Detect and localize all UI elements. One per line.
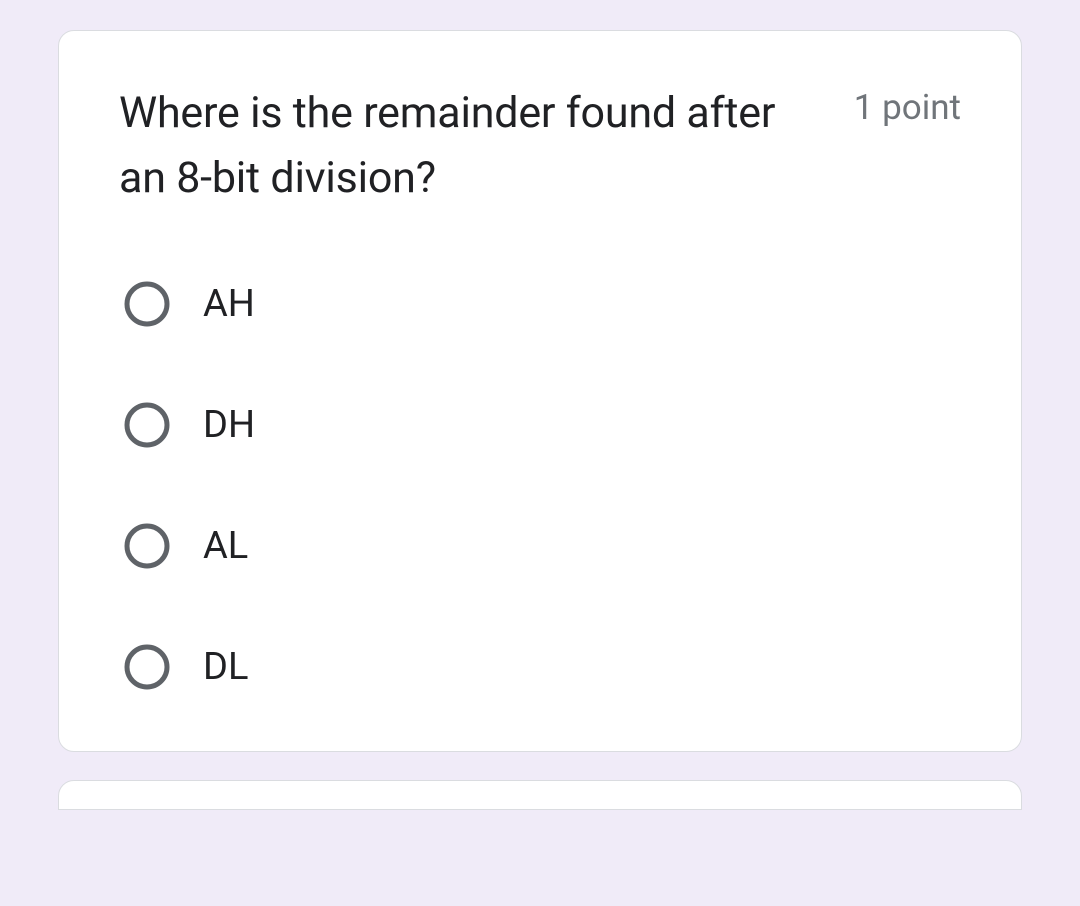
question-header: Where is the remainder found after an 8-… [119,81,961,210]
option-label: AH [203,282,255,326]
option-label: DH [203,403,255,447]
radio-icon [123,522,171,570]
radio-icon [123,401,171,449]
radio-icon [123,643,171,691]
option-al[interactable]: AL [123,522,961,570]
question-card: Where is the remainder found after an 8-… [58,30,1022,752]
options-list: AH DH AL DL [119,280,961,691]
next-question-card [58,780,1022,810]
option-ah[interactable]: AH [123,280,961,328]
question-points: 1 point [854,87,961,128]
option-label: DL [203,645,248,689]
option-dl[interactable]: DL [123,643,961,691]
question-text: Where is the remainder found after an 8-… [119,81,814,210]
radio-icon [123,280,171,328]
option-dh[interactable]: DH [123,401,961,449]
option-label: AL [203,524,248,568]
